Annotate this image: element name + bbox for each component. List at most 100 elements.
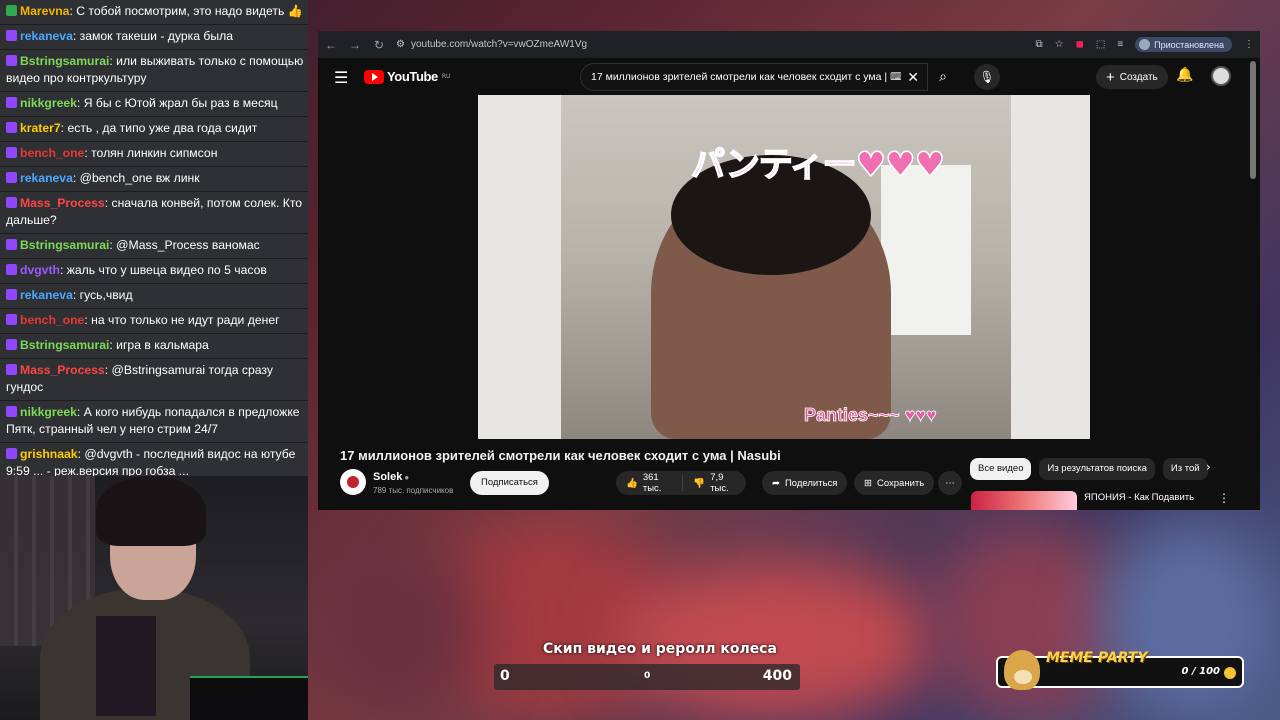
url-text[interactable]: youtube.com/watch?v=vwOZmeAW1Vg <box>411 39 587 50</box>
profile-paused-button[interactable]: Приостановлена <box>1135 37 1232 52</box>
dislike-count[interactable]: 7,9 тыс. <box>710 472 736 494</box>
chat-message: Bstringsamurai: @Mass_Process ваномас <box>0 234 308 259</box>
video-title: 17 миллионов зрителей смотрели как челов… <box>340 448 781 463</box>
verified-icon: ● <box>404 473 410 482</box>
channel-name-text[interactable]: Solek <box>373 471 402 483</box>
chat-message: nikkgreek: Я бы с Ютой жрал бы раз в мес… <box>0 92 308 117</box>
chat-badge-icon <box>6 264 17 275</box>
chat-username[interactable]: Bstringsamurai <box>20 338 109 352</box>
chat-username[interactable]: rekaneva <box>20 288 73 302</box>
skip-max: 400 <box>762 668 792 684</box>
notifications-bell-icon[interactable]: 🔔 <box>1176 67 1193 83</box>
chat-username[interactable]: Bstringsamurai <box>20 54 109 68</box>
extensions-puzzle-icon[interactable]: ⬚ <box>1096 39 1105 50</box>
skip-progress-bar: 0 0 400 <box>494 664 800 690</box>
chat-username[interactable]: Bstringsamurai <box>20 238 109 252</box>
chat-message: dvgvth: жаль что у швеца видео по 5 часо… <box>0 259 308 284</box>
background-blur <box>320 540 480 720</box>
microphone-icon[interactable]: 🎙 <box>974 64 1000 90</box>
chat-badge-icon <box>6 314 17 325</box>
youtube-logo-text: YouTube <box>387 69 438 84</box>
chat-username[interactable]: rekaneva <box>20 29 73 43</box>
keyboard <box>190 676 308 720</box>
chat-username[interactable]: dvgvth <box>20 263 60 277</box>
channel-name[interactable]: Solek ● <box>373 471 409 483</box>
recommended-title[interactable]: ЯПОНИЯ - Как Подавить <box>1084 492 1194 503</box>
chat-username[interactable]: bench_one <box>20 313 84 327</box>
browser-toolbar: ← → ↻ ⚙ youtube.com/watch?v=vwOZmeAW1Vg … <box>318 31 1260 58</box>
extension-icon[interactable]: ◼ <box>1076 39 1084 50</box>
reading-list-icon[interactable]: ≡ <box>1117 39 1123 50</box>
forward-icon[interactable]: → <box>348 38 362 52</box>
chat-username[interactable]: krater7 <box>20 121 61 135</box>
bookmark-star-icon[interactable]: ☆ <box>1055 39 1064 50</box>
chat-text: : замок такеши - дурка была <box>72 29 233 43</box>
related-filter-chips: Все видео Из результатов поиска Из той <box>970 458 1208 480</box>
chat-text: : игра в кальмара <box>109 338 209 352</box>
search-query[interactable]: 17 миллионов зрителей смотрели как челов… <box>591 71 901 83</box>
meme-party-label: MEME PARTY <box>1046 650 1148 666</box>
doge-icon <box>1004 650 1040 690</box>
region-label: RU <box>441 73 451 80</box>
chevron-right-icon[interactable]: › <box>1206 460 1211 474</box>
chat-username[interactable]: Marevna <box>20 4 69 18</box>
chat-username[interactable]: bench_one <box>20 146 84 160</box>
chat-username[interactable]: Mass_Process <box>20 196 105 210</box>
meme-party-widget: MEME PARTY 0 / 100 <box>996 650 1244 690</box>
youtube-logo[interactable]: YouTube RU <box>364 69 450 84</box>
share-button[interactable]: ➦ Поделиться <box>762 471 848 495</box>
chat-text: : жаль что у швеца видео по 5 часов <box>59 263 267 277</box>
back-icon[interactable]: ← <box>324 38 338 52</box>
chat-username[interactable]: Mass_Process <box>20 363 105 377</box>
chat-badge-icon <box>6 30 17 41</box>
chat-text: : есть , да типо уже два года сидит <box>60 121 258 135</box>
chat-username[interactable]: nikkgreek <box>20 96 77 110</box>
chip-all-videos[interactable]: Все видео <box>970 458 1032 480</box>
save-button[interactable]: ⊞ Сохранить <box>854 471 935 495</box>
stream-chat: Marevna: С тобой посмотрим, это надо вид… <box>0 0 308 476</box>
chat-username[interactable]: grishnaak <box>20 447 78 461</box>
site-info-icon[interactable]: ⚙ <box>396 39 405 50</box>
reload-icon[interactable]: ↻ <box>372 38 386 52</box>
page-scrollbar[interactable] <box>1250 61 1256 179</box>
clear-search-icon[interactable]: ✕ <box>907 69 919 86</box>
chat-text: : на что только не идут ради денег <box>84 313 280 327</box>
video-caption-japanese: パンティー♥♥♥ <box>690 144 946 186</box>
chat-username[interactable]: nikkgreek <box>20 405 77 419</box>
chip-same-channel[interactable]: Из той <box>1162 458 1208 480</box>
chat-badge-icon <box>6 239 17 250</box>
streamer-shirt <box>96 616 156 716</box>
chat-text: : гусь,чвид <box>72 288 133 302</box>
like-count[interactable]: 361 тыс. <box>643 472 671 494</box>
search-input[interactable]: 17 миллионов зрителей смотрели как челов… <box>580 63 928 91</box>
recommended-thumbnail[interactable] <box>971 491 1077 510</box>
chat-badge-icon <box>6 122 17 133</box>
recommended-menu-icon[interactable]: ⋮ <box>1218 491 1230 505</box>
account-avatar[interactable] <box>1211 66 1231 86</box>
chat-badge-icon <box>6 97 17 108</box>
create-button[interactable]: + Создать <box>1096 65 1168 89</box>
skip-min: 0 <box>500 668 510 684</box>
chat-badge-icon <box>6 5 17 16</box>
subscribe-button[interactable]: Подписаться <box>470 471 549 495</box>
chat-message: bench_one: на что только не идут ради де… <box>0 309 308 334</box>
like-icon[interactable]: 👍 <box>626 478 638 489</box>
search-icon[interactable]: ⌕ <box>928 63 958 91</box>
subscriber-count: 789 тыс. подписчиков <box>373 486 454 495</box>
profile-paused-label: Приостановлена <box>1154 39 1224 50</box>
more-actions-icon[interactable]: ⋯ <box>938 471 962 495</box>
streamer-hair <box>96 476 206 546</box>
share-icon: ➦ <box>772 477 780 489</box>
chat-username[interactable]: rekaneva <box>20 171 73 185</box>
menu-dots-icon[interactable]: ⋮ <box>1244 39 1254 50</box>
video-player[interactable]: パンティー♥♥♥ Panties~~~ ♥♥♥ <box>478 95 1090 439</box>
chip-from-search[interactable]: Из результатов поиска <box>1039 458 1155 480</box>
install-icon[interactable]: ⧉ <box>1035 39 1042 50</box>
menu-icon[interactable]: ☰ <box>334 68 348 87</box>
address-bar[interactable]: ⚙ youtube.com/watch?v=vwOZmeAW1Vg <box>396 39 1025 50</box>
chat-message: Bstringsamurai: игра в кальмара <box>0 334 308 359</box>
video-frame: パンティー♥♥♥ Panties~~~ ♥♥♥ <box>561 95 1011 439</box>
profile-avatar <box>1139 39 1151 50</box>
channel-avatar[interactable] <box>340 469 366 495</box>
dislike-icon[interactable]: 👎 <box>693 478 705 489</box>
